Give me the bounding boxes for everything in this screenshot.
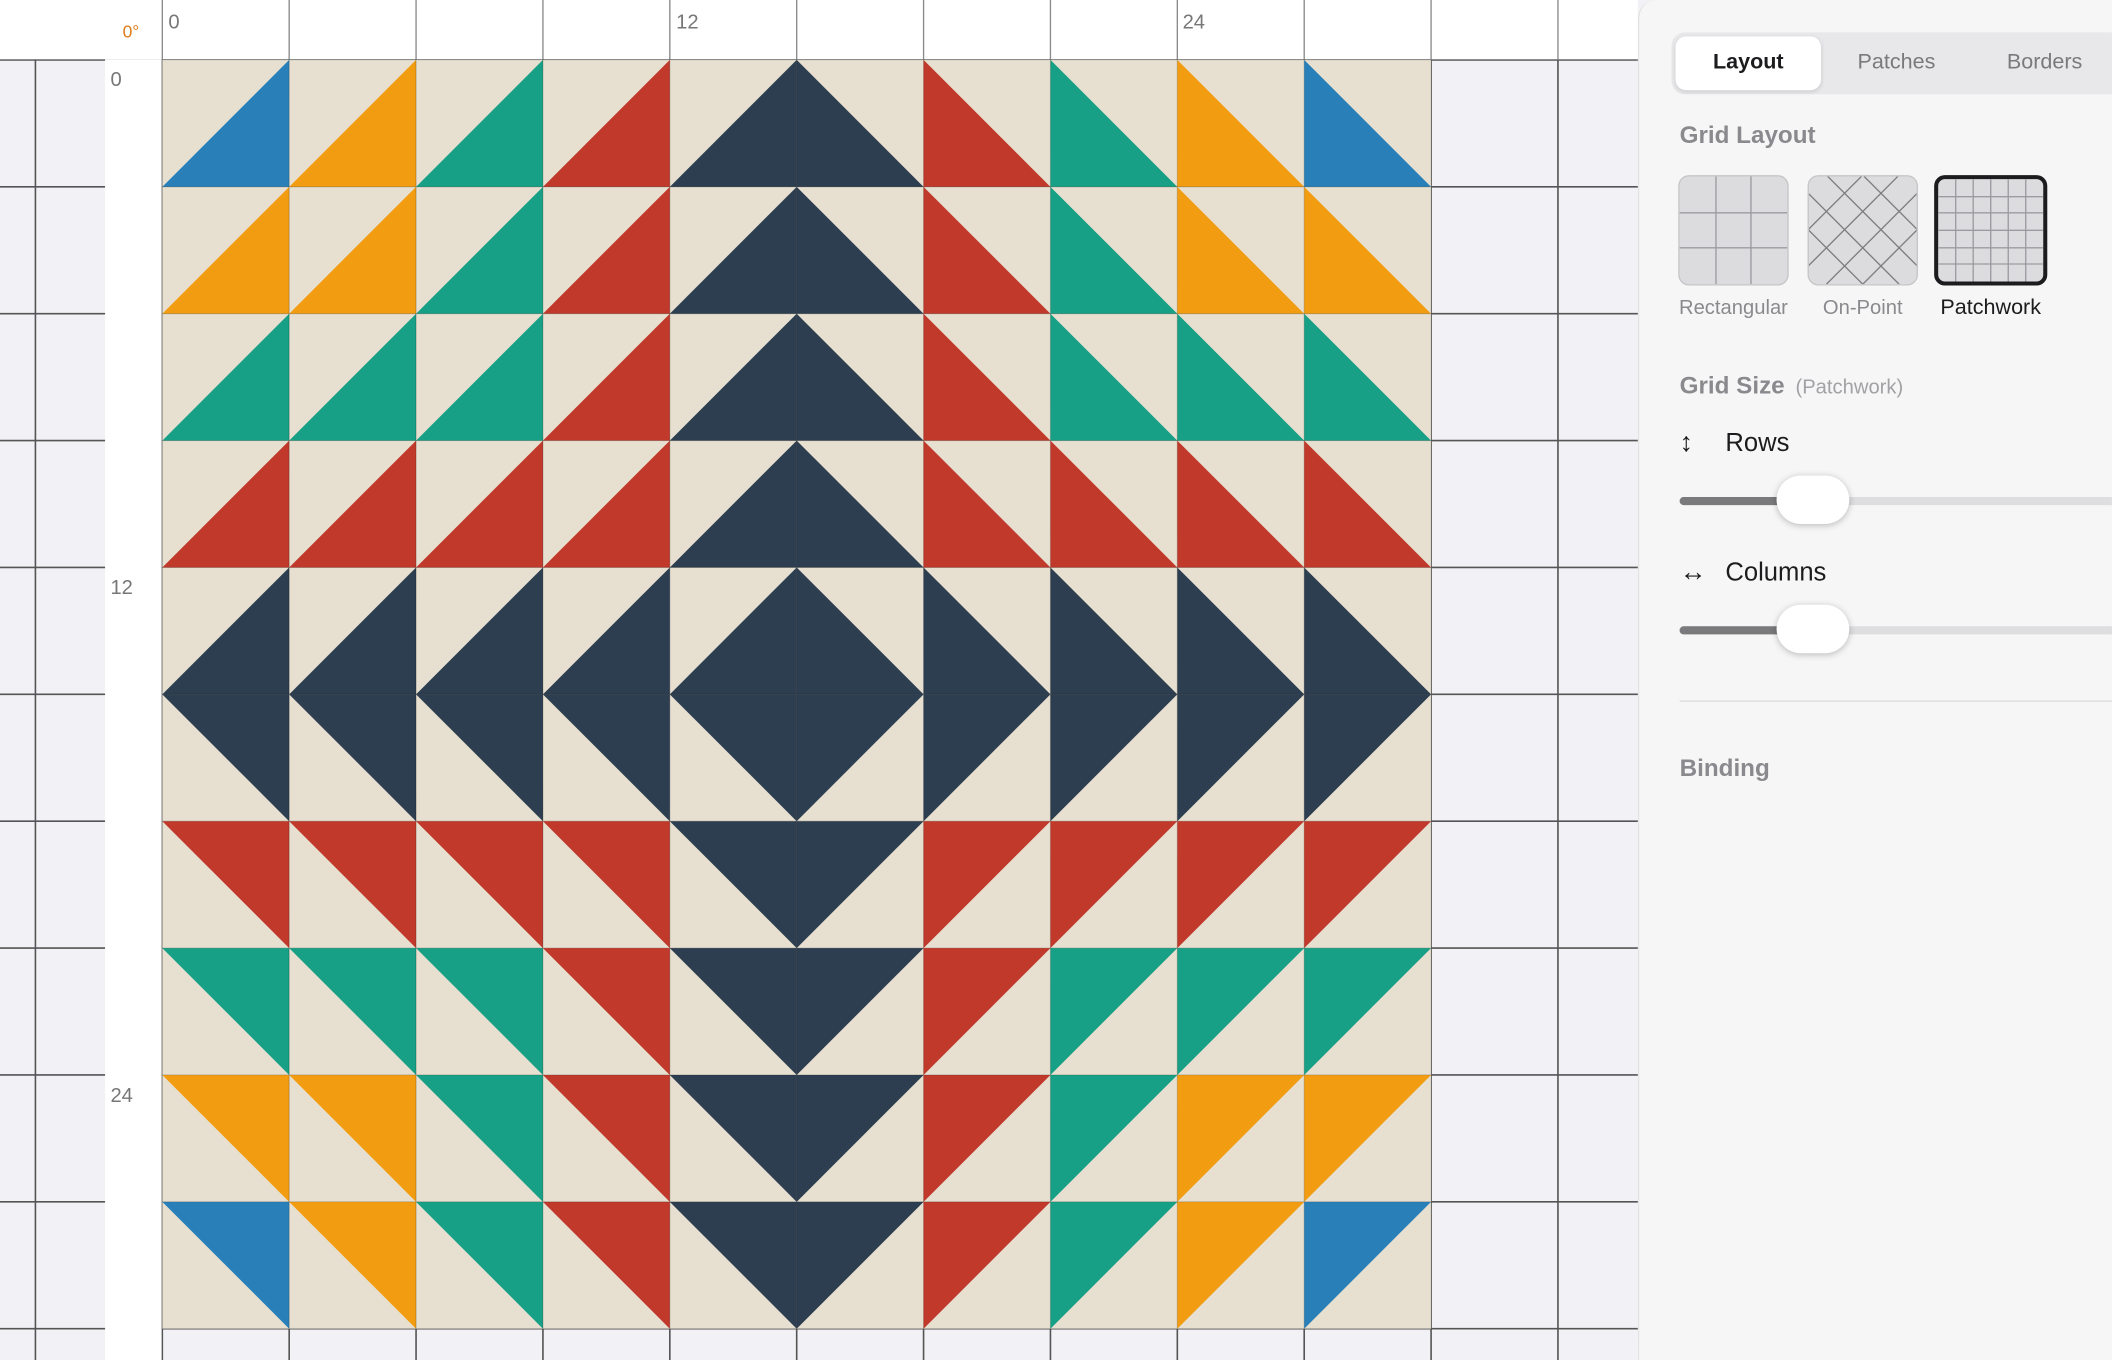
left-ruler-label-12: 12 — [110, 577, 132, 599]
left-ruler-label-0: 0 — [110, 69, 121, 91]
top-ruler-label-0: 0 — [168, 11, 179, 33]
layout-option-rectangular[interactable]: Rectangular — [1677, 175, 1790, 319]
rows-label: Rows — [1725, 429, 1790, 458]
quilt[interactable] — [161, 59, 1432, 1330]
layout-option-label: Patchwork — [1940, 296, 2042, 320]
app-window: 0° 0 12 24 0 12 24 Layout Patches Border… — [0, 0, 2112, 1360]
binding-heading: Binding — [1679, 754, 1770, 782]
inspector-panel: Layout Patches Borders Grid Layout Recta… — [1637, 0, 2112, 1360]
tab-patches[interactable]: Patches — [1824, 36, 1969, 90]
left-ruler — [105, 59, 162, 1360]
rows-label-row: ↕ Rows — [1680, 428, 1790, 459]
grid-layout-heading: Grid Layout — [1679, 121, 1816, 149]
tab-layout[interactable]: Layout — [1675, 36, 1822, 91]
on-point-grid-icon — [1807, 175, 1918, 286]
section-divider — [1679, 700, 2112, 702]
columns-slider[interactable] — [1679, 604, 2112, 654]
grid-size-title: Grid Size — [1679, 371, 1785, 399]
vertical-arrows-icon: ↕ — [1679, 428, 1694, 458]
columns-label-row: ↔ Columns — [1680, 558, 1827, 589]
columns-slider-thumb[interactable] — [1776, 604, 1849, 654]
top-ruler-label-24: 24 — [1183, 11, 1205, 33]
layout-option-on-point[interactable]: On-Point — [1806, 175, 1919, 319]
ruler-angle-label: 0° — [123, 22, 140, 42]
left-ruler-label-24: 24 — [110, 1085, 132, 1107]
grid-size-subtitle: (Patchwork) — [1795, 375, 1904, 399]
tab-borders[interactable]: Borders — [1972, 36, 2112, 90]
layout-option-label: On-Point — [1822, 296, 1903, 320]
patchwork-grid-icon — [1934, 175, 2048, 286]
grid-size-heading: Grid Size (Patchwork) — [1680, 372, 1904, 400]
top-ruler-label-12: 12 — [676, 11, 698, 33]
horizontal-arrows-icon: ↔ — [1679, 557, 1707, 588]
layout-option-label: Rectangular — [1678, 296, 1788, 320]
columns-label: Columns — [1725, 558, 1827, 588]
rows-slider[interactable] — [1679, 475, 2112, 524]
rows-slider-thumb[interactable] — [1776, 475, 1849, 524]
layout-option-patchwork[interactable]: Patchwork — [1934, 175, 2048, 320]
tab-bar: Layout Patches Borders — [1671, 32, 2112, 95]
top-ruler — [0, 0, 1638, 60]
rectangular-grid-icon — [1678, 175, 1789, 286]
